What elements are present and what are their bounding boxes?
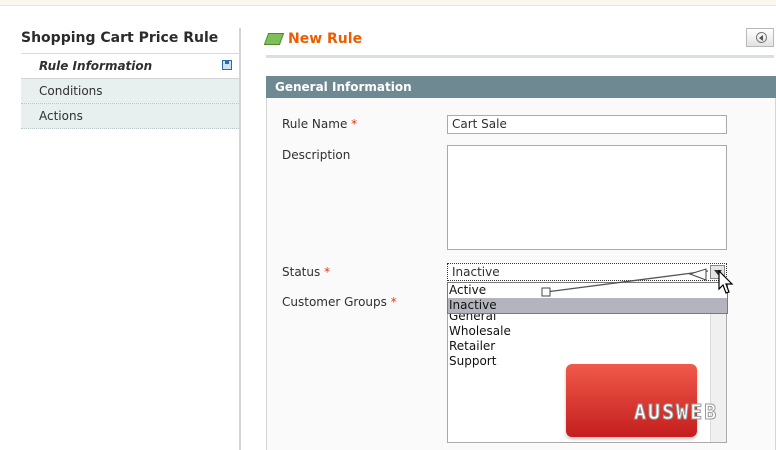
pointer-arrowhead [688,268,707,281]
pointer-handle [541,287,551,297]
ausweb-logo-text: AUSWEB [633,400,719,425]
mouse-cursor-icon [718,270,734,294]
pointer-line [545,270,709,293]
